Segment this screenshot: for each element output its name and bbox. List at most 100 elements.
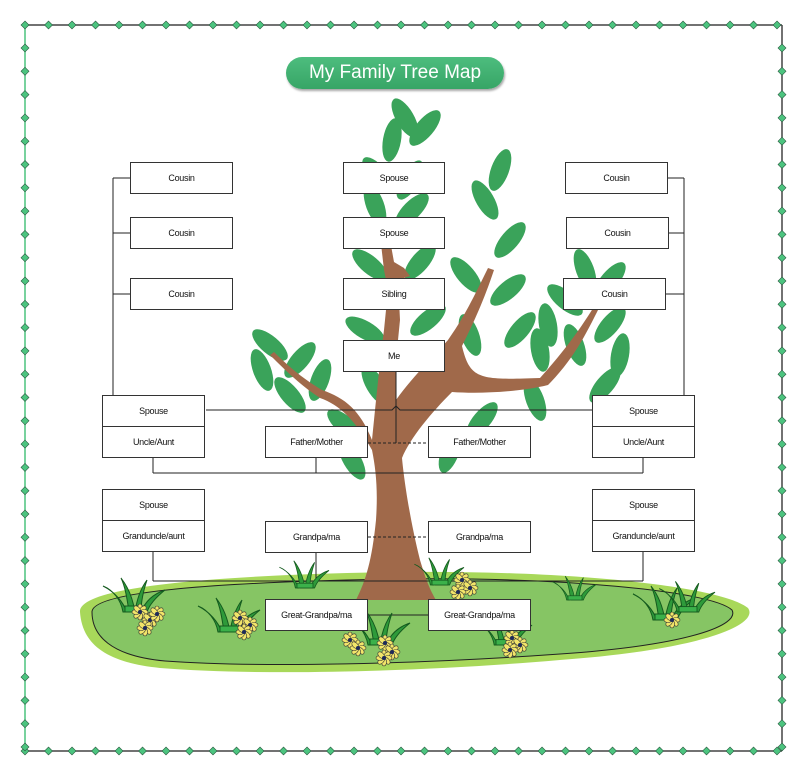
sibling-box[interactable]: Sibling [343,278,445,310]
border-diamond-icon [44,20,53,30]
border-diamond-icon [20,136,30,146]
border-diamond-icon [373,746,382,756]
father-mother-box[interactable]: Father/Mother [265,426,368,458]
cousin-box[interactable]: Cousin [565,162,668,194]
border-diamond-icon [20,90,30,100]
border-diamond-icon [608,746,617,756]
border-diamond-icon [777,649,787,659]
border-diamond-icon [20,369,30,379]
border-diamond-icon [777,323,787,333]
border-diamond-icon [161,746,171,756]
border-diamond-icon [777,695,787,705]
border-diamond-icon [396,746,406,756]
border-diamond-icon [777,462,787,472]
border-diamond-icon [255,746,265,756]
uncle-aunt-box[interactable]: Uncle/Aunt [592,426,695,458]
border-diamond-icon [443,746,453,756]
border-diamond-icon [20,206,30,216]
border-diamond-icon [20,695,30,705]
flower-icon [449,583,467,601]
border-diamond-icon [420,746,429,756]
border-diamond-icon [138,746,147,756]
border-diamond-icon [777,43,787,53]
spouse-box[interactable]: Spouse [102,489,205,521]
border-diamond-icon [678,20,688,30]
border-diamond-icon [20,602,30,612]
border-diamond-icon [749,746,758,756]
cousin-box[interactable]: Cousin [130,217,233,249]
border-diamond-icon [20,323,30,333]
spouse-box[interactable]: Spouse [592,489,695,521]
leaf-icon [494,222,526,258]
border-diamond-icon [20,160,30,169]
border-diamond-icon [20,393,30,402]
border-diamond-icon [44,746,53,756]
border-diamond-icon [232,20,241,30]
border-diamond-icon [420,20,429,30]
border-diamond-icon [702,746,711,756]
border-diamond-icon [777,136,787,146]
border-diamond-icon [561,20,570,30]
spouse-box[interactable]: Spouse [343,217,445,249]
border-diamond-icon [514,20,523,30]
border-diamond-icon [777,299,787,309]
border-diamond-icon [725,20,735,30]
flower-icon [148,605,166,623]
cousin-box[interactable]: Cousin [563,278,666,310]
border-diamond-icon [20,719,30,729]
flower-icon [235,623,253,641]
granduncle-aunt-box[interactable]: Granduncle/aunt [592,520,695,552]
border-diamond-icon [537,20,547,30]
border-diamond-icon [20,462,30,472]
spouse-box[interactable]: Spouse [343,162,445,194]
border-diamond-icon [396,20,406,30]
border-diamond-icon [20,532,30,542]
father-mother-box[interactable]: Father/Mother [428,426,531,458]
cousin-box[interactable]: Cousin [130,162,233,194]
border-diamond-icon [20,276,30,286]
border-diamond-icon [20,579,30,589]
border-diamond-icon [777,253,787,263]
border-diamond-icon [208,20,218,30]
border-diamond-icon [91,746,100,756]
grandpa-ma-box[interactable]: Grandpa/ma [428,521,531,553]
border-diamond-icon [443,20,453,30]
border-diamond-icon [777,719,787,729]
border-diamond-icon [777,393,787,402]
border-diamond-icon [514,746,523,756]
border-diamond-icon [20,229,30,239]
me-box[interactable]: Me [343,340,445,372]
cousin-box[interactable]: Cousin [566,217,669,249]
border-diamond-icon [777,206,787,216]
grandpa-ma-box[interactable]: Grandpa/ma [265,521,368,553]
border-diamond-icon [20,509,30,519]
granduncle-aunt-box[interactable]: Granduncle/aunt [102,520,205,552]
border-diamond-icon [561,746,570,756]
uncle-aunt-box[interactable]: Uncle/Aunt [102,426,205,458]
background-art [20,20,787,756]
border-diamond-icon [678,746,688,756]
border-diamond-icon [467,746,476,756]
border-diamond-icon [20,183,30,193]
border-diamond-icon [777,276,787,286]
cousin-box[interactable]: Cousin [130,278,233,310]
border-diamond-icon [777,346,787,356]
flower-icon [136,619,154,637]
spouse-box[interactable]: Spouse [592,395,695,427]
border-diamond-icon [67,746,77,756]
border-diamond-icon [349,20,359,30]
great-grandpa-ma-box[interactable]: Great-Grandpa/ma [428,599,531,631]
border-diamond-icon [777,602,787,612]
great-grandpa-ma-box[interactable]: Great-Grandpa/ma [265,599,368,631]
border-diamond-icon [777,439,787,449]
spouse-box[interactable]: Spouse [102,395,205,427]
border-diamond-icon [91,20,100,30]
border-diamond-icon [349,746,359,756]
border-diamond-icon [20,66,30,76]
border-diamond-icon [279,746,288,756]
flower-icon [501,641,519,659]
border-diamond-icon [777,532,787,542]
border-diamond-icon [631,20,641,30]
border-diamond-icon [490,746,500,756]
border-diamond-icon [326,20,335,30]
